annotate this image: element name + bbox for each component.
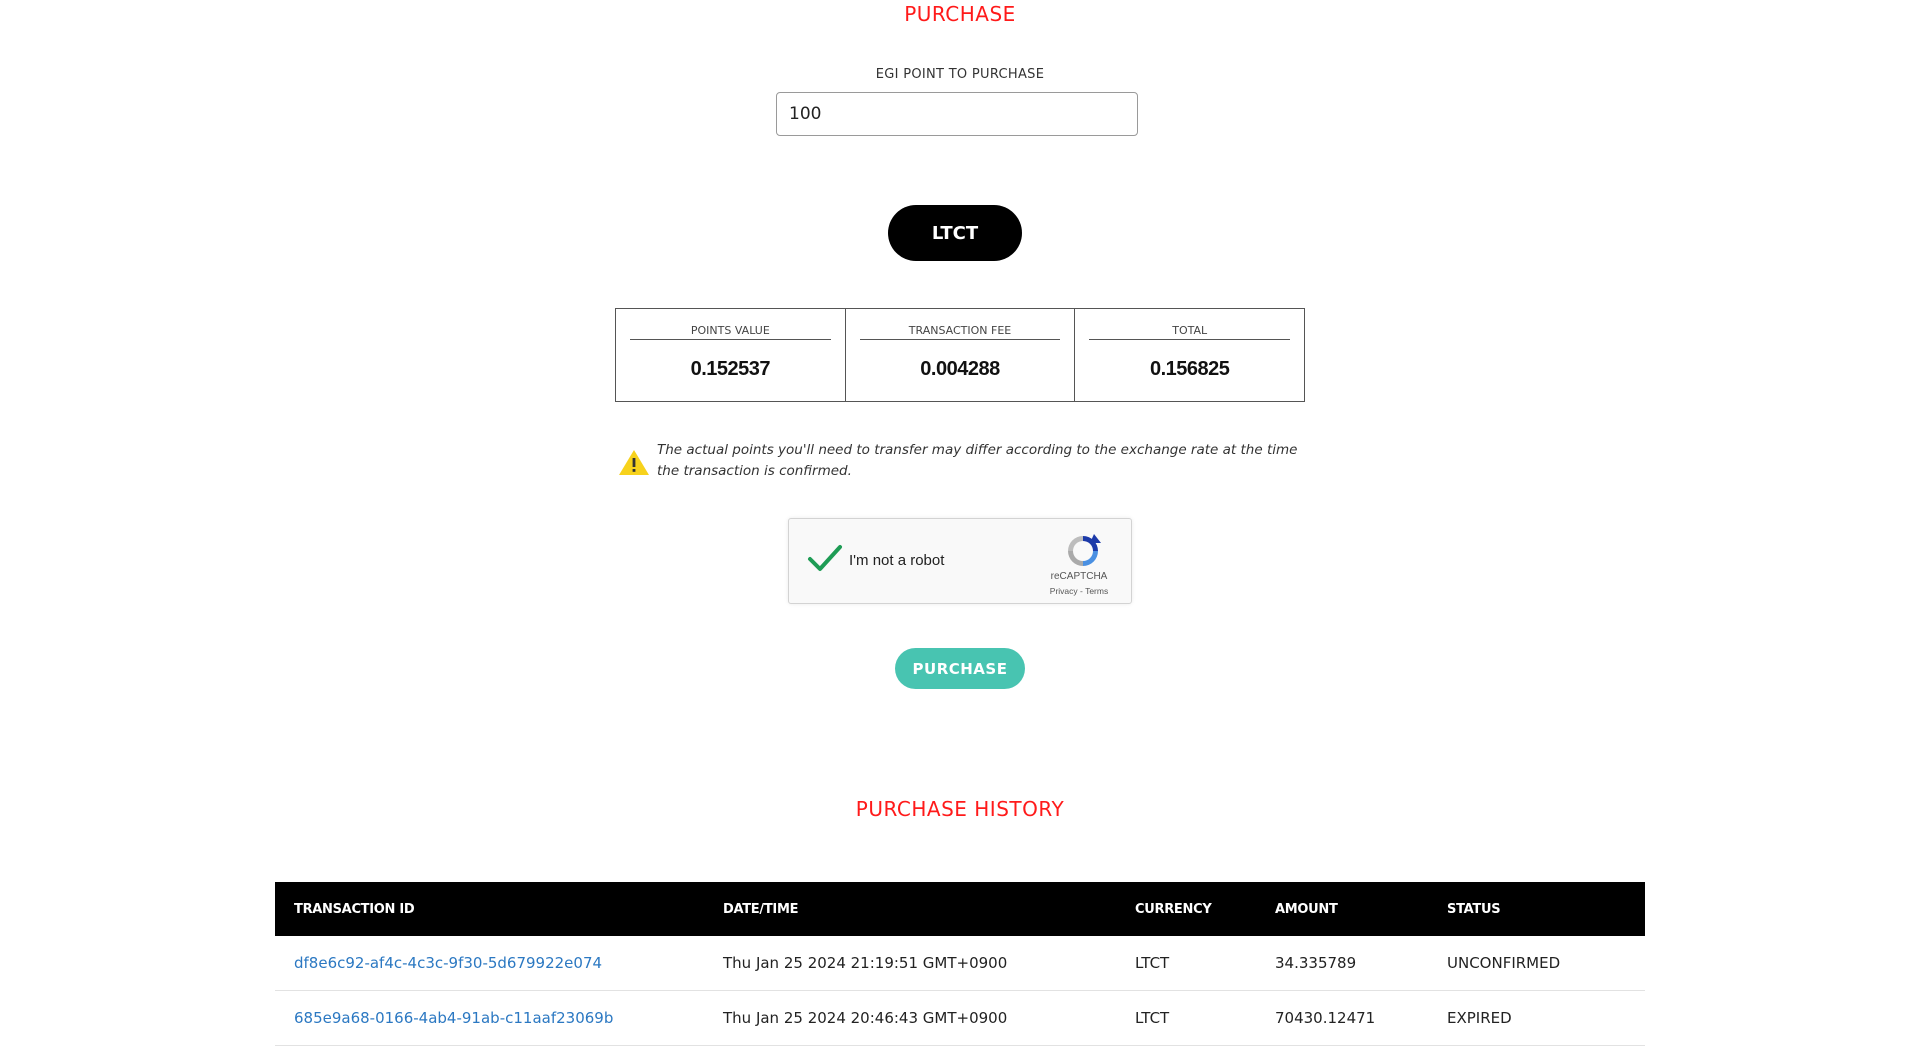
purchase-title: PURCHASE <box>904 2 1016 26</box>
status-cell: EXPIRED <box>1447 990 1645 1046</box>
transaction-fee-cell: TRANSACTION FEE 0.004288 <box>846 309 1076 401</box>
points-label: EGI POINT TO PURCHASE <box>875 67 1045 82</box>
amount-cell: 70430.12471 <box>1275 990 1447 1046</box>
purchase-history-title: PURCHASE HISTORY <box>855 797 1065 821</box>
checkmark-icon[interactable] <box>807 543 843 573</box>
currency-cell: LTCT <box>1135 990 1275 1046</box>
links-separator: - <box>1077 586 1086 596</box>
column-header-amount: AMOUNT <box>1275 882 1447 936</box>
captcha-label: I'm not a robot <box>849 552 945 569</box>
column-header-transaction-id: TRANSACTION ID <box>275 882 723 936</box>
currency-cell: LTCT <box>1135 936 1275 991</box>
notice-text: The actual points you'll need to transfe… <box>657 442 1298 479</box>
recaptcha-links: Privacy - Terms <box>1039 586 1119 596</box>
recaptcha-logo-icon <box>1068 534 1101 566</box>
transaction-id-cell: 685e9a68-0166-4ab4-91ab-c11aaf23069b <box>275 990 723 1046</box>
recaptcha-brand: reCAPTCHA <box>1050 571 1108 582</box>
datetime-cell: Thu Jan 25 2024 21:19:51 GMT+0900 <box>723 936 1135 991</box>
transaction-fee-value: 0.004288 <box>920 358 1000 380</box>
amount-cell: 34.335789 <box>1275 936 1447 991</box>
table-row: df8e6c92-af4c-4c3c-9f30-5d679922e074 Thu… <box>275 936 1645 991</box>
datetime-cell: Thu Jan 25 2024 20:46:43 GMT+0900 <box>723 990 1135 1046</box>
transaction-fee-label: TRANSACTION FEE <box>859 324 1061 340</box>
column-header-status: STATUS <box>1447 882 1645 936</box>
table-header-row: TRANSACTION ID DATE/TIME CURRENCY AMOUNT… <box>275 882 1645 936</box>
column-header-date-time: DATE/TIME <box>723 882 1135 936</box>
transaction-id-link[interactable]: 685e9a68-0166-4ab4-91ab-c11aaf23069b <box>294 1009 613 1027</box>
terms-link[interactable]: Terms <box>1085 586 1108 596</box>
exchange-rate-notice: The actual points you'll need to transfe… <box>617 440 1307 482</box>
warning-icon <box>619 450 649 475</box>
transaction-id-cell: df8e6c92-af4c-4c3c-9f30-5d679922e074 <box>275 936 723 991</box>
price-summary: POINTS VALUE 0.152537 TRANSACTION FEE 0.… <box>615 308 1305 402</box>
purchase-history-table: TRANSACTION ID DATE/TIME CURRENCY AMOUNT… <box>275 882 1645 1046</box>
points-input[interactable] <box>776 92 1138 136</box>
total-cell: TOTAL 0.156825 <box>1075 309 1304 401</box>
total-value: 0.156825 <box>1149 358 1230 380</box>
points-value-label: POINTS VALUE <box>630 324 831 340</box>
privacy-link[interactable]: Privacy <box>1050 586 1078 596</box>
currency-button[interactable]: LTCT <box>888 205 1022 261</box>
purchase-button[interactable]: PURCHASE <box>895 648 1025 689</box>
status-cell: UNCONFIRMED <box>1447 936 1645 991</box>
total-label: TOTAL <box>1089 324 1291 340</box>
points-value-cell: POINTS VALUE 0.152537 <box>616 309 846 401</box>
table-row: 685e9a68-0166-4ab4-91ab-c11aaf23069b Thu… <box>275 990 1645 1046</box>
transaction-id-link[interactable]: df8e6c92-af4c-4c3c-9f30-5d679922e074 <box>294 954 602 972</box>
recaptcha-widget[interactable]: I'm not a robot reCAPTCHA Privacy - Term… <box>788 518 1132 604</box>
points-value: 0.152537 <box>690 358 771 380</box>
column-header-currency: CURRENCY <box>1135 882 1275 936</box>
